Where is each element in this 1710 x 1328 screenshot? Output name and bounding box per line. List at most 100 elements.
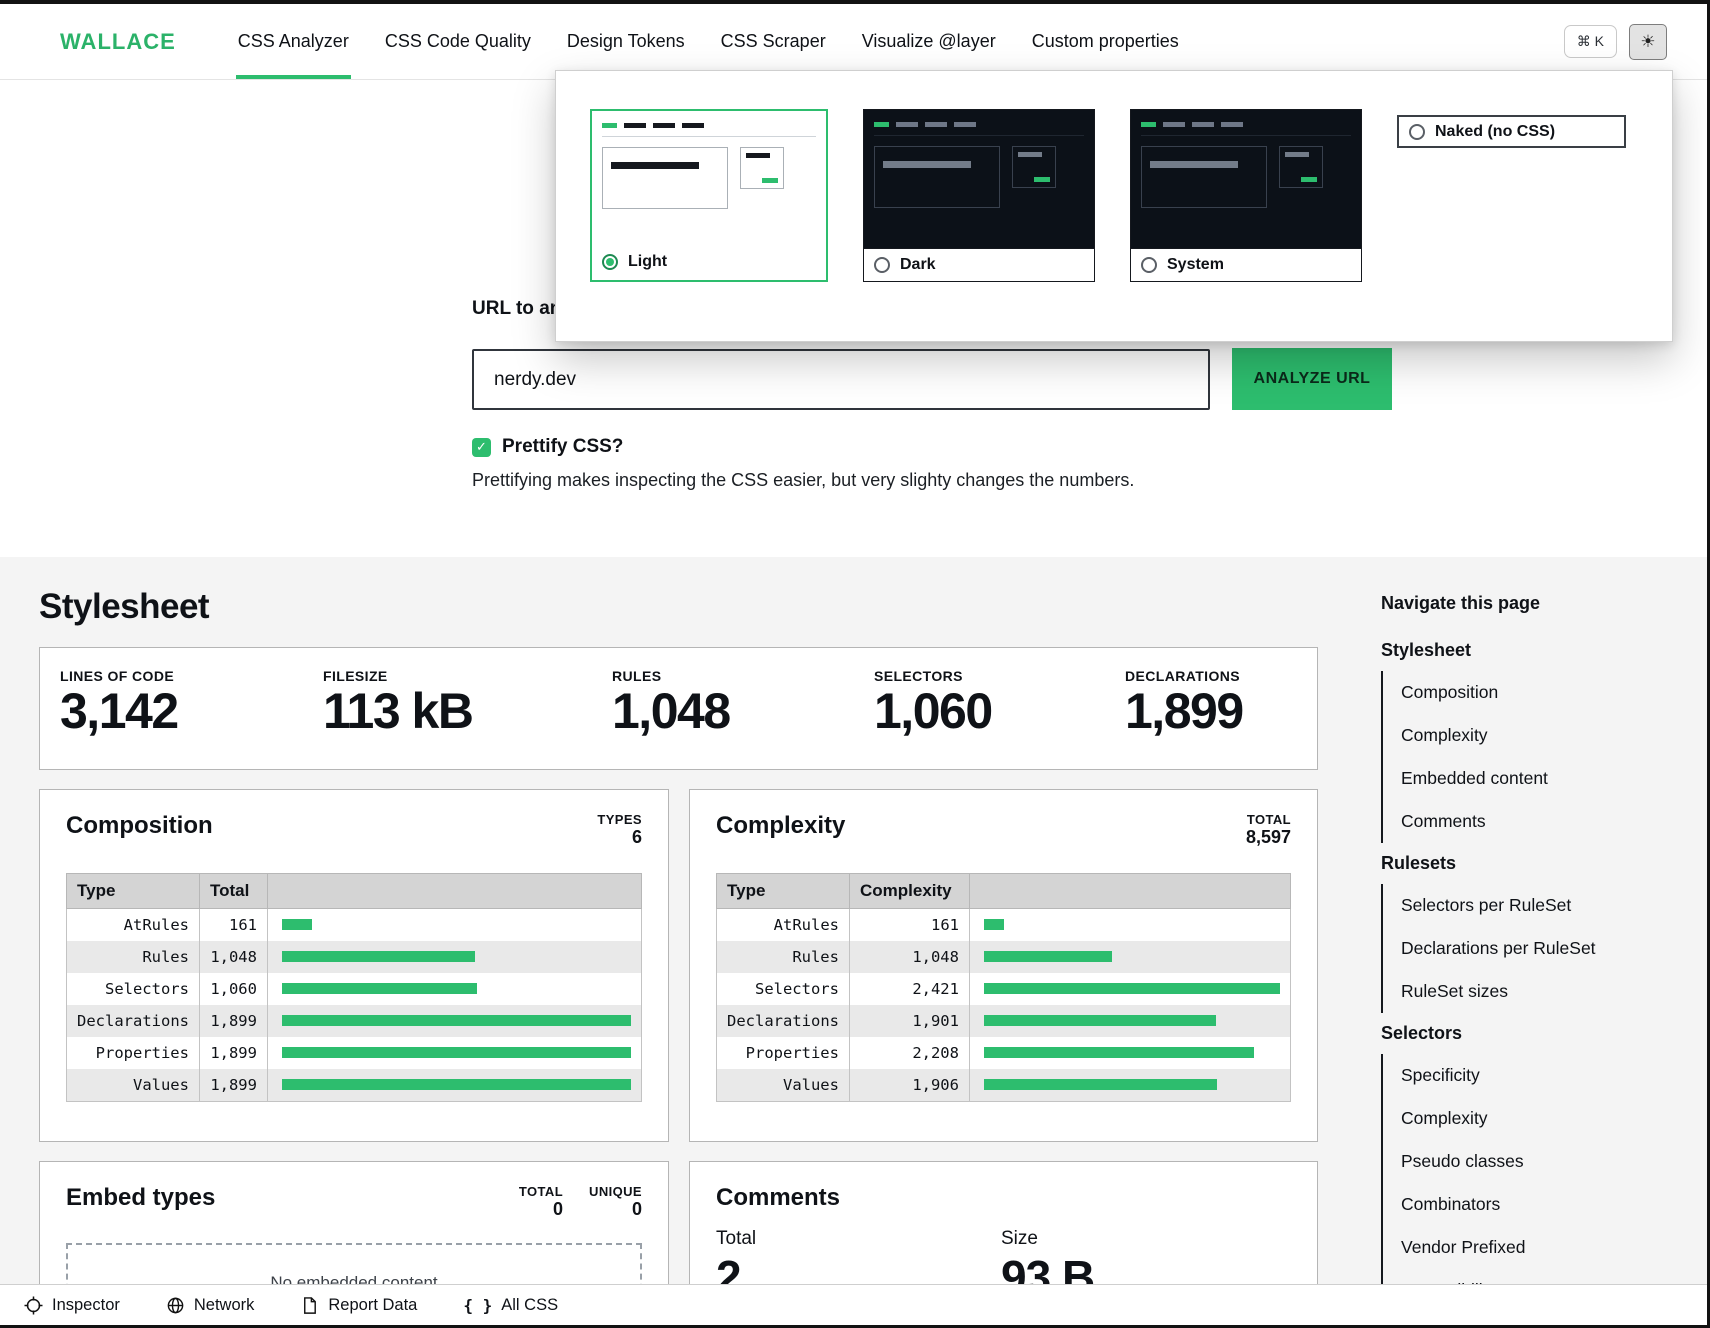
nav-visualize-layer[interactable]: Visualize @layer: [844, 4, 1014, 79]
comments-title: Comments: [716, 1184, 840, 1212]
prettify-checkbox[interactable]: [472, 438, 491, 457]
stylesheet-stats-card: LINES OF CODE 3,142 FILESIZE 113 kB RULE…: [39, 647, 1318, 770]
table-row: Values 1,906: [717, 1069, 1291, 1102]
stat-declarations: DECLARATIONS 1,899: [1125, 668, 1243, 749]
page-nav-title: Navigate this page: [1381, 593, 1661, 614]
preview-input: [874, 146, 1000, 208]
preview-button: [1279, 146, 1323, 188]
comments-card: Comments Total 2 Size 93 B: [689, 1161, 1318, 1284]
theme-label: Light: [628, 253, 667, 271]
page-nav-item[interactable]: Complexity: [1383, 1097, 1661, 1140]
theme-option-light[interactable]: Light: [590, 109, 828, 282]
light-theme-preview: [592, 111, 826, 244]
devtools-bar: Inspector Network Report Data { }: [0, 1284, 1707, 1325]
page-nav-item[interactable]: RuleSet sizes: [1383, 970, 1661, 1013]
preview-input: [602, 147, 728, 209]
page-nav-item[interactable]: Vendor Prefixed: [1383, 1226, 1661, 1269]
nav-css-scraper[interactable]: CSS Scraper: [703, 4, 844, 79]
command-k-shortcut-button[interactable]: ⌘ K: [1564, 25, 1617, 58]
analyze-url-button[interactable]: ANALYZE URL: [1232, 348, 1392, 410]
theme-toggle-button[interactable]: ☀: [1629, 24, 1667, 60]
nav-css-analyzer[interactable]: CSS Analyzer: [220, 4, 367, 79]
stat-filesize: FILESIZE 113 kB: [323, 668, 612, 749]
bar: [282, 919, 312, 930]
page-nav-item[interactable]: Combinators: [1383, 1183, 1661, 1226]
header-actions: ⌘ K ☀: [1564, 24, 1667, 60]
light-radio[interactable]: [602, 254, 618, 270]
page-nav-item[interactable]: Pseudo classes: [1383, 1140, 1661, 1183]
table-row: AtRules 161: [67, 908, 642, 941]
nav-custom-properties[interactable]: Custom properties: [1014, 4, 1197, 79]
inspector-icon: [24, 1296, 43, 1315]
nav-css-code-quality[interactable]: CSS Code Quality: [367, 4, 549, 79]
bar: [282, 1047, 631, 1058]
page-nav-group-stylesheet: Stylesheet: [1381, 630, 1661, 671]
preview-navbar: [602, 119, 816, 137]
system-radio[interactable]: [1141, 257, 1157, 273]
comments-size: Size 93 B: [1001, 1228, 1286, 1284]
table-row: Selectors 1,060: [67, 973, 642, 1005]
prettify-note: Prettifying makes inspecting the CSS eas…: [472, 470, 1134, 491]
prettify-label: Prettify CSS?: [502, 436, 623, 458]
report-data-tab[interactable]: Report Data: [300, 1296, 417, 1315]
table-row: AtRules 161: [717, 908, 1291, 941]
page-nav-item[interactable]: Comments: [1383, 800, 1661, 843]
bar: [282, 1015, 631, 1026]
table-row: Values 1,899: [67, 1069, 642, 1102]
bar: [984, 951, 1112, 962]
dark-theme-preview: [864, 110, 1094, 248]
wallace-logo[interactable]: WALLACE: [60, 29, 176, 55]
preview-navbar: [1141, 118, 1351, 136]
page-nav-item[interactable]: Composition: [1383, 671, 1661, 714]
page-nav-item[interactable]: Accessibility: [1383, 1269, 1661, 1284]
theme-option-dark[interactable]: Dark: [863, 109, 1095, 282]
naked-radio[interactable]: [1409, 124, 1425, 140]
complexity-card: Complexity TOTAL 8,597 Type Complexity: [689, 789, 1318, 1142]
report-data-document-icon: [300, 1296, 319, 1315]
top-nav-bar: WALLACE CSS Analyzer CSS Code Quality De…: [0, 4, 1707, 80]
theme-option-system[interactable]: System: [1130, 109, 1362, 282]
sun-icon: ☀: [1640, 32, 1655, 52]
all-css-tab[interactable]: { } All CSS: [463, 1296, 558, 1315]
system-theme-preview: [1131, 110, 1361, 248]
dark-radio[interactable]: [874, 257, 890, 273]
stat-selectors: SELECTORS 1,060: [874, 668, 1125, 749]
page-nav-item[interactable]: Complexity: [1383, 714, 1661, 757]
preview-button: [1012, 146, 1056, 188]
stat-rules: RULES 1,048: [612, 668, 874, 749]
bar: [984, 1079, 1217, 1090]
composition-title: Composition: [66, 812, 213, 840]
table-row: Selectors 2,421: [717, 973, 1291, 1005]
page-nav-item[interactable]: Declarations per RuleSet: [1383, 927, 1661, 970]
empty-embed-box: No embedded content: [66, 1243, 642, 1284]
page-nav-item[interactable]: Embedded content: [1383, 757, 1661, 800]
complexity-title: Complexity: [716, 812, 845, 840]
url-input[interactable]: [472, 349, 1210, 410]
all-css-braces-icon: { }: [463, 1296, 492, 1315]
table-row: Rules 1,048: [67, 941, 642, 973]
stat-lines-of-code: LINES OF CODE 3,142: [60, 668, 323, 749]
theme-option-naked[interactable]: Naked (no CSS): [1397, 115, 1626, 148]
page-nav-group-rulesets: Rulesets: [1381, 843, 1661, 884]
page-title: Stylesheet: [39, 587, 209, 627]
embed-types-title: Embed types: [66, 1184, 215, 1212]
bar: [282, 951, 475, 962]
main-nav: CSS Analyzer CSS Code Quality Design Tok…: [220, 4, 1197, 79]
complexity-table: Type Complexity AtRules 161 Rules 1,048: [716, 873, 1291, 1102]
table-row: Declarations 1,901: [717, 1005, 1291, 1037]
nav-design-tokens[interactable]: Design Tokens: [549, 4, 703, 79]
page-nav-item[interactable]: Specificity: [1383, 1054, 1661, 1097]
composition-card: Composition TYPES 6 Type Total AtRules: [39, 789, 669, 1142]
bar: [984, 1015, 1216, 1026]
bar: [984, 1047, 1254, 1058]
inspector-tab[interactable]: Inspector: [24, 1296, 120, 1315]
embed-types-card: Embed types TOTAL 0 UNIQUE 0 No embedded…: [39, 1161, 669, 1284]
preview-input: [1141, 146, 1267, 208]
network-tab[interactable]: Network: [166, 1296, 255, 1315]
report-section: Stylesheet LINES OF CODE 3,142 FILESIZE …: [0, 557, 1707, 1284]
page-nav-group-selectors: Selectors: [1381, 1013, 1661, 1054]
theme-label: Naked (no CSS): [1435, 123, 1555, 141]
table-row: Properties 1,899: [67, 1037, 642, 1069]
page-nav-sidebar: Navigate this page Stylesheet Compositio…: [1381, 593, 1661, 1284]
page-nav-item[interactable]: Selectors per RuleSet: [1383, 884, 1661, 927]
